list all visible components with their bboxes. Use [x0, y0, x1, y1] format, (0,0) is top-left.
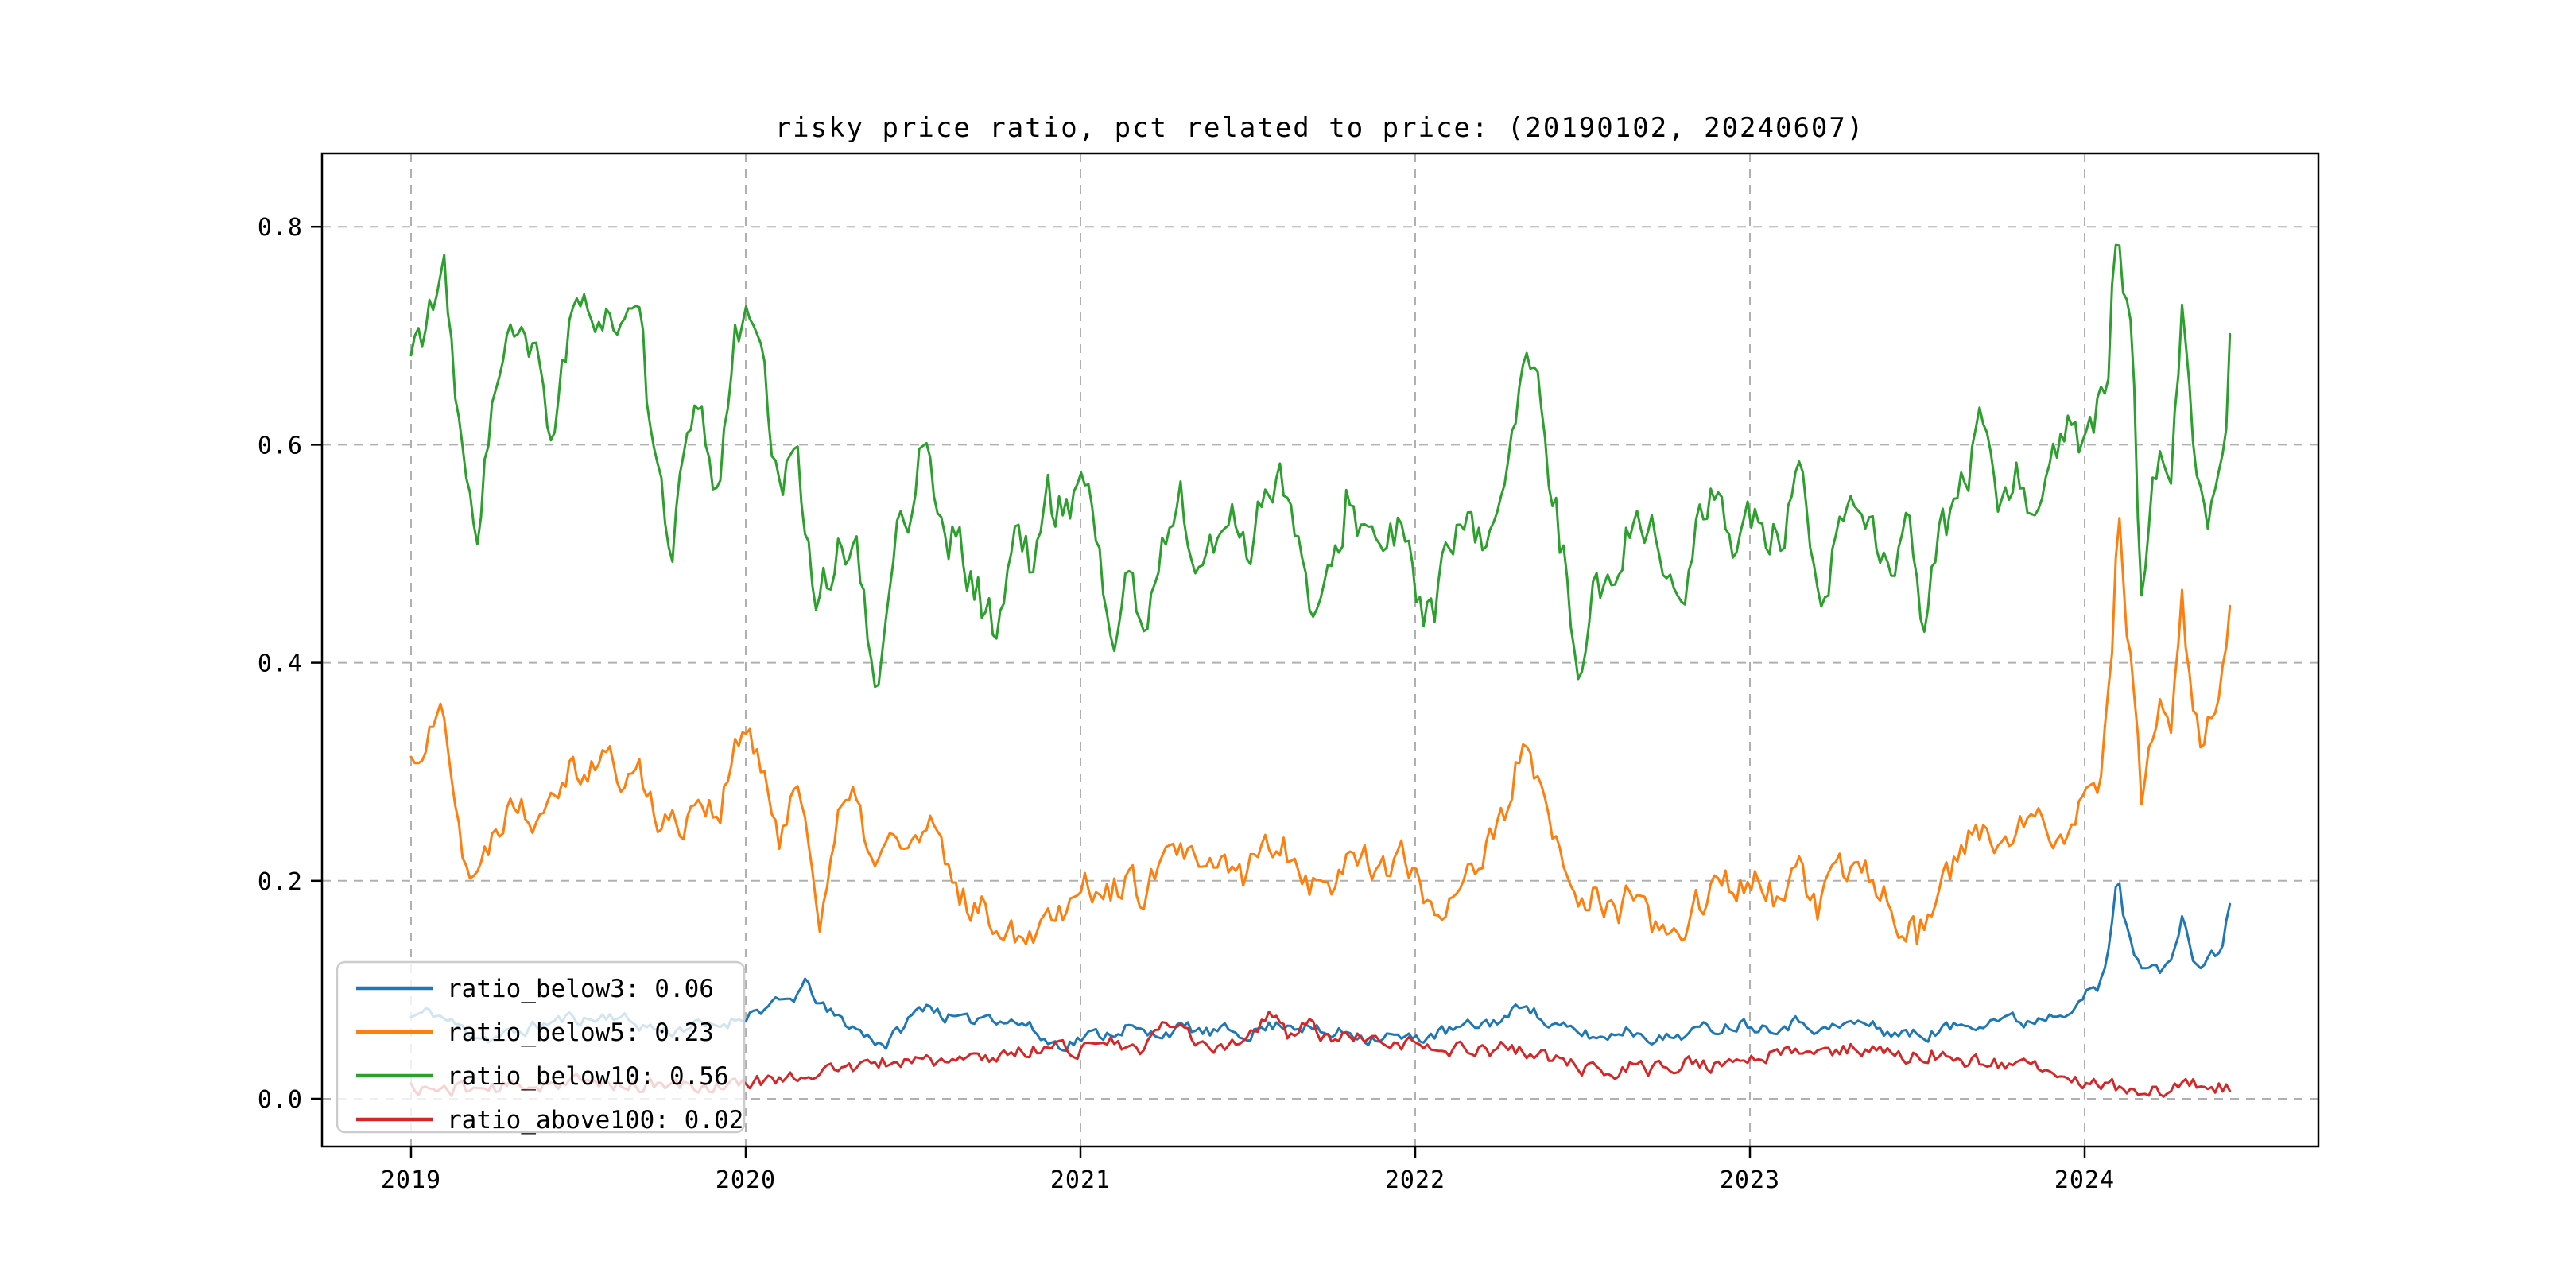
x-tick-label-2022: 2022 — [1385, 1166, 1445, 1194]
x-tick-label-2019: 2019 — [381, 1166, 441, 1194]
figure-canvas: 2019 2020 2021 2022 2023 2024 0.0 0.2 0.4 0.6 0.8 … — [0, 0, 2576, 1288]
series-line-ratio_below10 — [409, 243, 2232, 689]
x-tick-label-2020: 2020 — [716, 1166, 776, 1194]
y-tick-label-0.4: 0.4 — [258, 650, 303, 678]
y-tick-label-0.2: 0.2 — [258, 868, 303, 896]
legend-label-ratio_below5: ratio_below5: 0.23 — [447, 1018, 714, 1047]
y-tick-label-0.6: 0.6 — [258, 432, 303, 460]
y-tick-label-0.8: 0.8 — [258, 214, 303, 242]
legend: ratio_below3: 0.06 ratio_below5: 0.23 rati… — [336, 960, 746, 1135]
chart-title: risky price ratio, pct related to price:… — [775, 112, 1865, 144]
line-chart: 2019 2020 2021 2022 2023 20240.00.20.40.60.8 … — [258, 112, 2320, 1194]
x-tick-label-2023: 2023 — [1720, 1166, 1780, 1194]
legend-label-ratio_below10: ratio_below10: 0.56 — [447, 1062, 729, 1091]
x-tick-label-2024: 2024 — [2054, 1166, 2115, 1194]
legend-label-ratio_above100: ratio_above100: 0.02 — [447, 1106, 743, 1135]
x-tick-label-2021: 2021 — [1050, 1166, 1111, 1194]
series-line-ratio_below5 — [409, 517, 2232, 945]
legend-label-ratio_below3: ratio_below3: 0.06 — [447, 975, 714, 1003]
y-tick-label-0.0: 0.0 — [258, 1086, 303, 1114]
